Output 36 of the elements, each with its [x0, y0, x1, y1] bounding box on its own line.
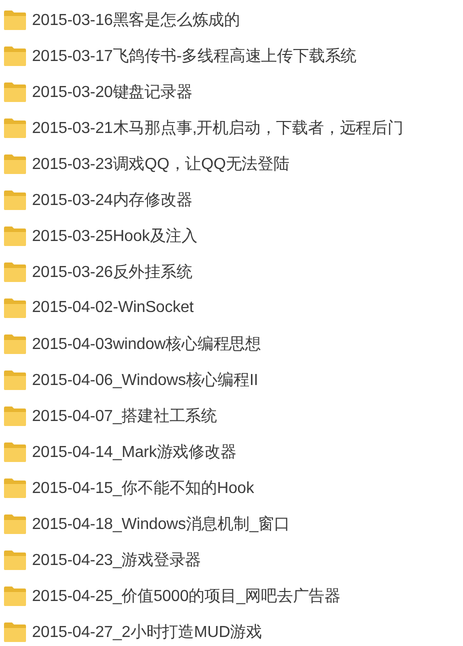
folder-name[interactable]: 2015-04-06_Windows核心编程II: [32, 370, 258, 390]
folder-name[interactable]: 2015-03-26反外挂系统: [32, 262, 192, 282]
folder-icon: [3, 153, 27, 175]
folder-name[interactable]: 2015-04-03window核心编程思想: [32, 334, 262, 354]
folder-icon: [3, 189, 27, 211]
folder-icon: [3, 513, 27, 535]
folder-name[interactable]: 2015-03-17飞鸽传书-多线程高速上传下载系统: [32, 46, 357, 66]
folder-icon: [3, 81, 27, 103]
folder-name[interactable]: 2015-03-20键盘记录器: [32, 82, 192, 102]
folder-icon: [3, 333, 27, 355]
folder-name[interactable]: 2015-04-23_游戏登录器: [32, 550, 202, 570]
folder-icon: [3, 621, 27, 643]
folder-icon: [3, 117, 27, 139]
folder-name[interactable]: 2015-04-15_你不能不知的Hook: [32, 478, 254, 498]
folder-icon: [3, 297, 27, 319]
folder-name[interactable]: 2015-04-27_2小时打造MUD游戏: [32, 622, 262, 642]
folder-name[interactable]: 2015-04-02-WinSocket: [32, 299, 194, 317]
folder-name[interactable]: 2015-03-23调戏QQ，让QQ无法登陆: [32, 154, 290, 174]
folder-icon: [3, 441, 27, 463]
folder-name[interactable]: 2015-03-16黑客是怎么炼成的: [32, 10, 240, 30]
folder-name[interactable]: 2015-04-18_Windows消息机制_窗口: [32, 514, 290, 534]
folder-icon: [3, 477, 27, 499]
folder-icon: [3, 261, 27, 283]
folder-name[interactable]: 2015-03-21木马那点事,开机启动，下载者，远程后门: [32, 118, 404, 138]
folder-icon: [3, 369, 27, 391]
folder-icon: [3, 405, 27, 427]
folder-name[interactable]: 2015-04-07_搭建社工系统: [32, 406, 218, 426]
folder-name[interactable]: 2015-04-14_Mark游戏修改器: [32, 442, 236, 462]
folder-icon: [3, 225, 27, 247]
folder-icon: [3, 45, 27, 67]
folder-name[interactable]: 2015-03-25Hook及注入: [32, 226, 198, 246]
folder-icon: [3, 549, 27, 571]
folder-name[interactable]: 2015-04-25_价值5000的项目_网吧去广告器: [32, 586, 341, 606]
folder-icon: [3, 9, 27, 31]
folder-name[interactable]: 2015-03-24内存修改器: [32, 190, 192, 210]
folder-icon: [3, 585, 27, 607]
